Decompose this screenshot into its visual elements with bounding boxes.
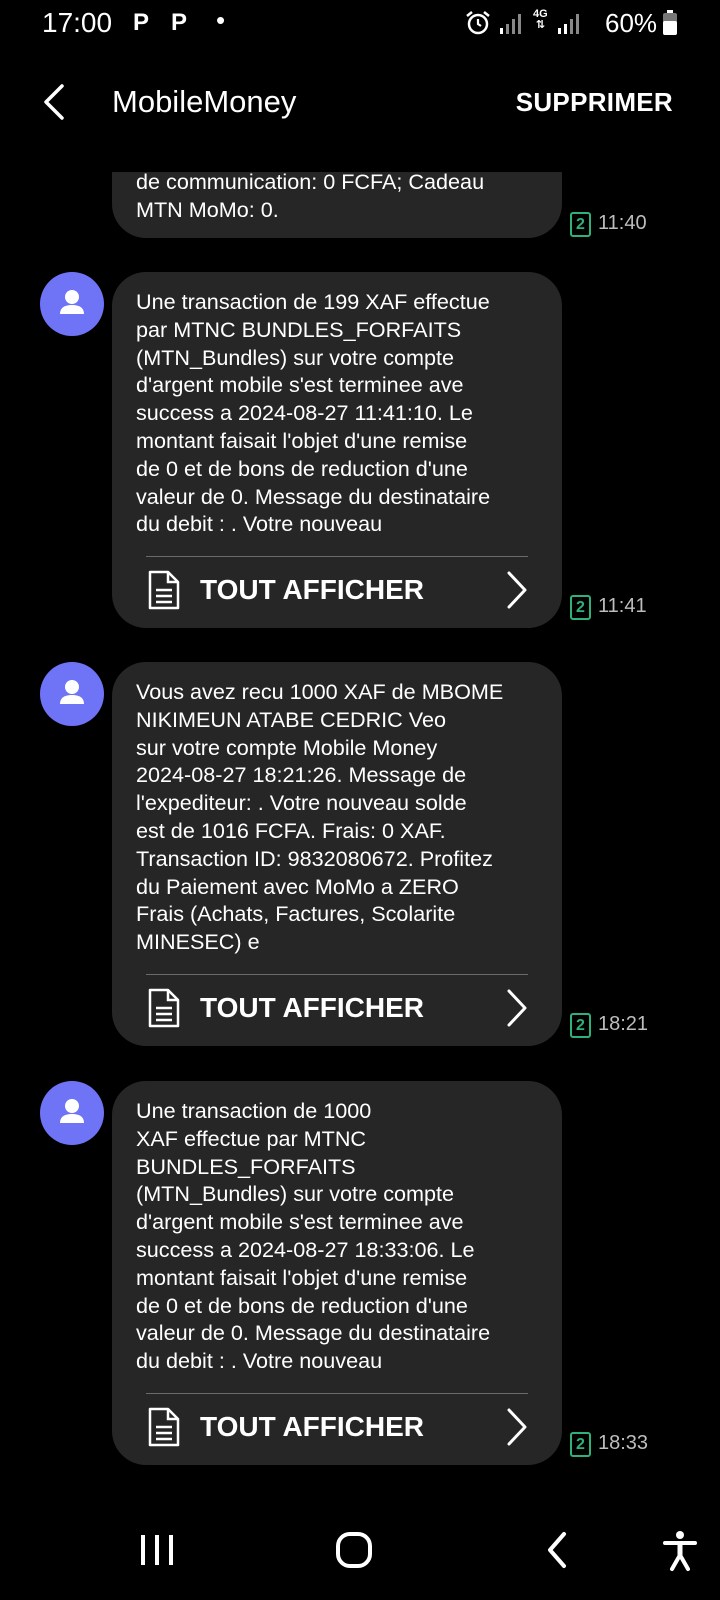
document-icon: [148, 988, 180, 1028]
recent-apps-icon[interactable]: [138, 1530, 176, 1570]
back-icon[interactable]: [544, 1530, 570, 1570]
app-header: MobileMoney SUPPRIMER: [0, 70, 720, 134]
message-bubble[interactable]: Vous avez recu 1000 XAF de MBOME NIKIMEU…: [112, 662, 562, 1046]
view-all-label: TOUT AFFICHER: [200, 574, 424, 605]
person-icon: [60, 1099, 84, 1123]
view-all-label: TOUT AFFICHER: [200, 1411, 424, 1442]
chevron-right-icon: [507, 1408, 527, 1446]
signal-sim1-icon: [500, 14, 521, 34]
battery-icon: [663, 10, 677, 35]
document-icon: [148, 570, 180, 610]
sim-badge: 2: [570, 595, 591, 620]
message-list[interactable]: de communication: 0 FCFA; Cadeau MTN MoM…: [0, 172, 720, 1472]
message-bubble[interactable]: Une transaction de 199 XAF effectue par …: [112, 272, 562, 628]
message-time: 11:40: [598, 212, 647, 234]
divider: [146, 556, 528, 557]
view-all-button[interactable]: TOUT AFFICHER: [142, 978, 532, 1038]
delete-button[interactable]: SUPPRIMER: [516, 87, 673, 118]
navigation-bar: [0, 1510, 720, 1600]
message-bubble[interactable]: Une transaction de 1000 XAF effectue par…: [112, 1081, 562, 1465]
signal-sim2-icon: [558, 14, 579, 34]
network-type-icon: 4G ⇅: [533, 8, 548, 31]
back-button[interactable]: [36, 80, 76, 124]
message-text: Vous avez recu 1000 XAF de MBOME NIKIMEU…: [136, 679, 504, 955]
conversation-title: MobileMoney: [112, 84, 297, 119]
message-time: 11:41: [598, 595, 647, 617]
view-all-button[interactable]: TOUT AFFICHER: [142, 560, 532, 620]
divider: [146, 1393, 528, 1394]
message-text: de communication: 0 FCFA; Cadeau MTN MoM…: [136, 172, 485, 222]
avatar[interactable]: [40, 662, 104, 726]
status-bar: 17:00 P P • 4G ⇅ 60%: [0, 0, 720, 48]
sim-badge: 2: [570, 1432, 591, 1457]
message-text: Une transaction de 1000 XAF effectue par…: [136, 1098, 491, 1374]
home-icon[interactable]: [334, 1530, 374, 1570]
avatar[interactable]: [40, 272, 104, 336]
accessibility-icon[interactable]: [662, 1530, 698, 1572]
person-icon: [60, 290, 84, 314]
battery-percent: 60%: [605, 8, 658, 38]
sim-badge: 2: [570, 1013, 591, 1038]
divider: [146, 974, 528, 975]
message-text: Une transaction de 199 XAF effectue par …: [136, 289, 491, 537]
more-notifications-dot: •: [216, 5, 226, 35]
person-icon: [60, 680, 84, 704]
view-all-button[interactable]: TOUT AFFICHER: [142, 1397, 532, 1457]
avatar[interactable]: [40, 1081, 104, 1145]
chevron-right-icon: [507, 571, 527, 609]
chevron-right-icon: [507, 989, 527, 1027]
message-bubble[interactable]: de communication: 0 FCFA; Cadeau MTN MoM…: [112, 172, 562, 238]
status-time: 17:00: [42, 7, 113, 38]
notification-p-icon: P: [133, 9, 150, 36]
view-all-label: TOUT AFFICHER: [200, 992, 424, 1023]
message-time: 18:33: [598, 1432, 649, 1454]
message-time: 18:21: [598, 1013, 649, 1035]
sim-badge: 2: [570, 212, 591, 237]
notification-p-icon: P: [171, 9, 188, 36]
document-icon: [148, 1407, 180, 1447]
alarm-icon: [466, 11, 490, 35]
